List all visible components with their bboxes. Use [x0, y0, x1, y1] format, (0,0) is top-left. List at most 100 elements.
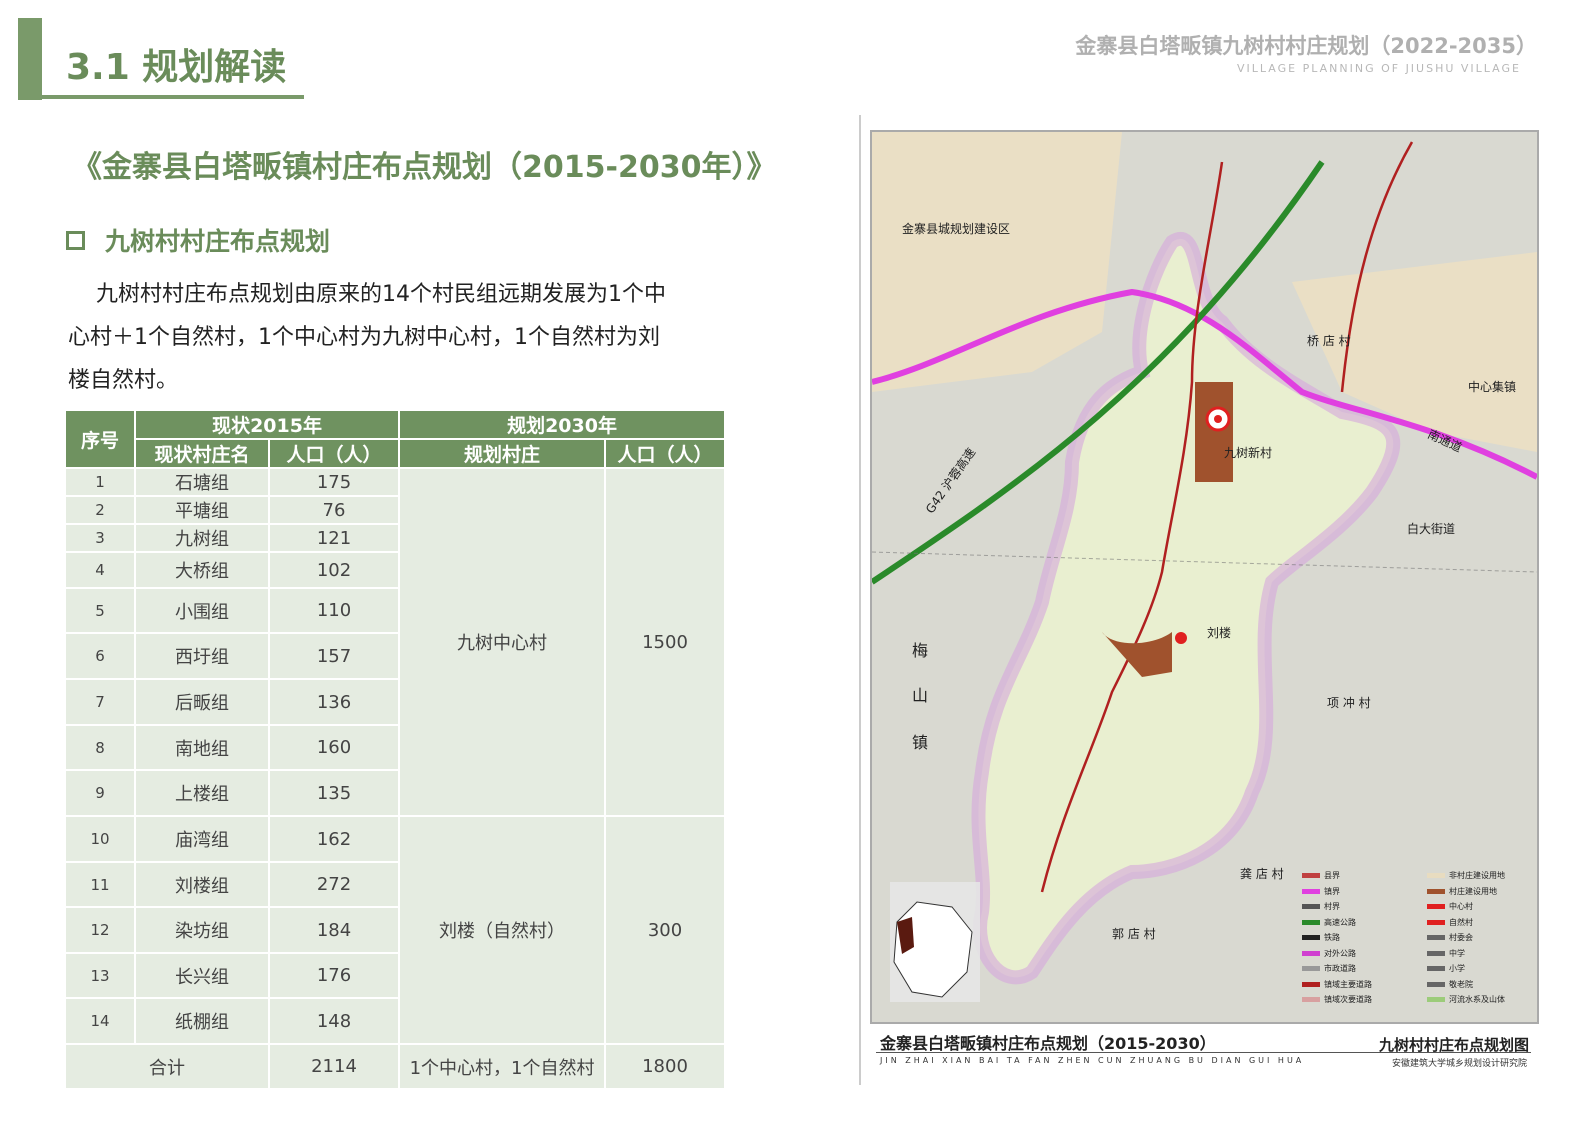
- legend-label: 镇域主要道路: [1324, 979, 1372, 989]
- legend-item: 小学: [1427, 963, 1465, 974]
- row-pop: 102: [267, 551, 401, 589]
- row-name: 纸棚组: [134, 997, 270, 1045]
- total-pop: 2114: [267, 1043, 401, 1090]
- legend-label: 镇域次要道路: [1324, 995, 1372, 1004]
- row-pop: 76: [267, 495, 401, 525]
- legend-label: 河流水系及山体: [1449, 995, 1505, 1004]
- map-footer-title: 金寨县白塔畈镇村庄布点规划（2015-2030）: [880, 1034, 1216, 1053]
- legend-item: 对外公路: [1302, 948, 1356, 959]
- map-footer-pinyin: JIN ZHAI XIAN BAI TA FAN ZHEN CUN ZHUANG…: [880, 1056, 1305, 1065]
- legend-swatch-icon: [1427, 950, 1445, 956]
- map-label-guodian: 郭 店 村: [1112, 927, 1156, 941]
- map-label-county: 金寨县城规划建设区: [902, 222, 1011, 236]
- paragraph-line: 心村＋1个自然村，1个中心村为九树中心村，1个自然村为刘: [68, 325, 660, 350]
- table-total-row: 合计 2114 1个中心村，1个自然村 1800: [64, 1043, 727, 1090]
- legend-label: 村庄建设用地: [1449, 886, 1497, 896]
- header-planned-name: 规划村庄: [398, 438, 607, 469]
- legend-swatch-icon: [1427, 981, 1445, 987]
- row-name: 九树组: [134, 523, 270, 553]
- legend-label: 自然村: [1449, 917, 1473, 927]
- legend-item: 自然村: [1427, 917, 1473, 928]
- row-index: 14: [64, 997, 136, 1045]
- header-current-group: 现状2015年: [133, 409, 401, 440]
- legend-label: 铁路: [1324, 933, 1340, 942]
- legend-swatch-icon: [1427, 997, 1445, 1002]
- row-name: 南地组: [134, 724, 270, 771]
- row-index: 11: [64, 861, 136, 908]
- row-index: 7: [64, 678, 136, 726]
- row-name: 庙湾组: [134, 815, 270, 863]
- legend-label: 非村庄建设用地: [1449, 871, 1505, 880]
- row-name: 西圩组: [134, 632, 270, 680]
- row-pop: 272: [267, 861, 401, 908]
- map-label-gongdian: 龚 店 村: [1240, 867, 1284, 881]
- sub-heading-text: 九树村村庄布点规划: [105, 227, 331, 256]
- document-title: 金寨县白塔畈镇九树村村庄规划（2022-2035）: [1075, 34, 1537, 58]
- legend-swatch-icon: [1427, 904, 1445, 909]
- map-label-jiushu-new: 九树新村: [1224, 446, 1273, 460]
- row-index: 10: [64, 815, 136, 863]
- sub-heading: 九树村村庄布点规划: [66, 222, 330, 258]
- legend-swatch-icon: [1427, 873, 1445, 878]
- header-index: 序号: [64, 409, 136, 469]
- row-pop: 157: [267, 632, 401, 680]
- legend-item: 敬老院: [1427, 979, 1473, 990]
- row-pop: 162: [267, 815, 401, 863]
- legend-label: 中学: [1449, 948, 1465, 958]
- paragraph-line: 楼自然村。: [68, 368, 179, 393]
- legend-item: 村委会: [1427, 932, 1473, 943]
- map-label-meishan-2: 山: [912, 686, 929, 705]
- section-title: 3.1 规划解读: [66, 47, 287, 88]
- row-pop: 160: [267, 724, 401, 771]
- legend-item: 镇界: [1302, 886, 1340, 897]
- row-name: 染坊组: [134, 906, 270, 954]
- row-index: 2: [64, 495, 136, 525]
- map-label-baida: 白大街道: [1407, 522, 1456, 536]
- legend-label: 高速公路: [1324, 917, 1356, 927]
- village-plan-table: 序号 现状2015年 规划2030年 现状村庄名 人口（人） 规划村庄 人口（人…: [64, 409, 727, 1090]
- row-name: 平塘组: [134, 495, 270, 525]
- row-index: 5: [64, 587, 136, 634]
- legend-swatch-icon: [1427, 935, 1445, 940]
- header-accent-bar: [18, 18, 42, 100]
- row-index: 12: [64, 906, 136, 954]
- legend-item: 镇域次要道路: [1302, 994, 1372, 1005]
- total-label: 合计: [64, 1043, 270, 1090]
- legend-swatch-icon: [1302, 904, 1320, 909]
- header-planned-group: 规划2030年: [398, 409, 727, 440]
- row-pop: 135: [267, 769, 401, 817]
- legend-swatch-icon: [1302, 966, 1320, 971]
- map-institute: 安徽建筑大学城乡规划设计研究院: [1391, 1059, 1527, 1069]
- row-name: 刘楼组: [134, 861, 270, 908]
- row-name: 小围组: [134, 587, 270, 634]
- legend-swatch-icon: [1302, 935, 1320, 940]
- table-row: 10 庙湾组 162 刘楼（自然村） 300: [64, 815, 727, 1045]
- legend-swatch-icon: [1302, 873, 1320, 878]
- legend-label: 县界: [1324, 871, 1340, 880]
- legend-swatch-icon: [1302, 888, 1320, 894]
- row-index: 13: [64, 952, 136, 999]
- row-name: 后畈组: [134, 678, 270, 726]
- legend-item: 村界: [1302, 901, 1340, 912]
- planned-name: 刘楼（自然村）: [398, 815, 607, 1045]
- header-current-name: 现状村庄名: [134, 438, 270, 469]
- map-label-xiangchong: 项 冲 村: [1327, 696, 1371, 710]
- legend-item: 高速公路: [1302, 917, 1356, 928]
- row-index: 6: [64, 632, 136, 680]
- legend-swatch-icon: [1302, 997, 1320, 1002]
- legend-item: 市政道路: [1302, 963, 1356, 974]
- row-pop: 148: [267, 997, 401, 1045]
- village-layout-map: 金寨县城规划建设区 桥 店 村 中心集镇 南通道 九树新村 白大街道 刘楼 项 …: [870, 130, 1539, 1024]
- legend-swatch-icon: [1427, 888, 1445, 894]
- paragraph-line: 九树村村庄布点规划由原来的14个村民组远期发展为1个中: [96, 282, 666, 307]
- legend-item: 中心村: [1427, 901, 1473, 912]
- legend-item: 河流水系及山体: [1427, 994, 1505, 1005]
- table-row: 1 石塘组 175 九树中心村 1500: [64, 467, 727, 817]
- legend-item: 村庄建设用地: [1427, 886, 1497, 897]
- main-title: 《金寨县白塔畈镇村庄布点规划（2015-2030年）》: [72, 150, 777, 185]
- map-label-qiaodian: 桥 店 村: [1307, 334, 1351, 348]
- legend-swatch-icon: [1302, 981, 1320, 987]
- legend-swatch-icon: [1427, 919, 1445, 925]
- map-label-meishan-1: 梅: [912, 641, 929, 660]
- total-planned-pop: 1800: [604, 1043, 727, 1090]
